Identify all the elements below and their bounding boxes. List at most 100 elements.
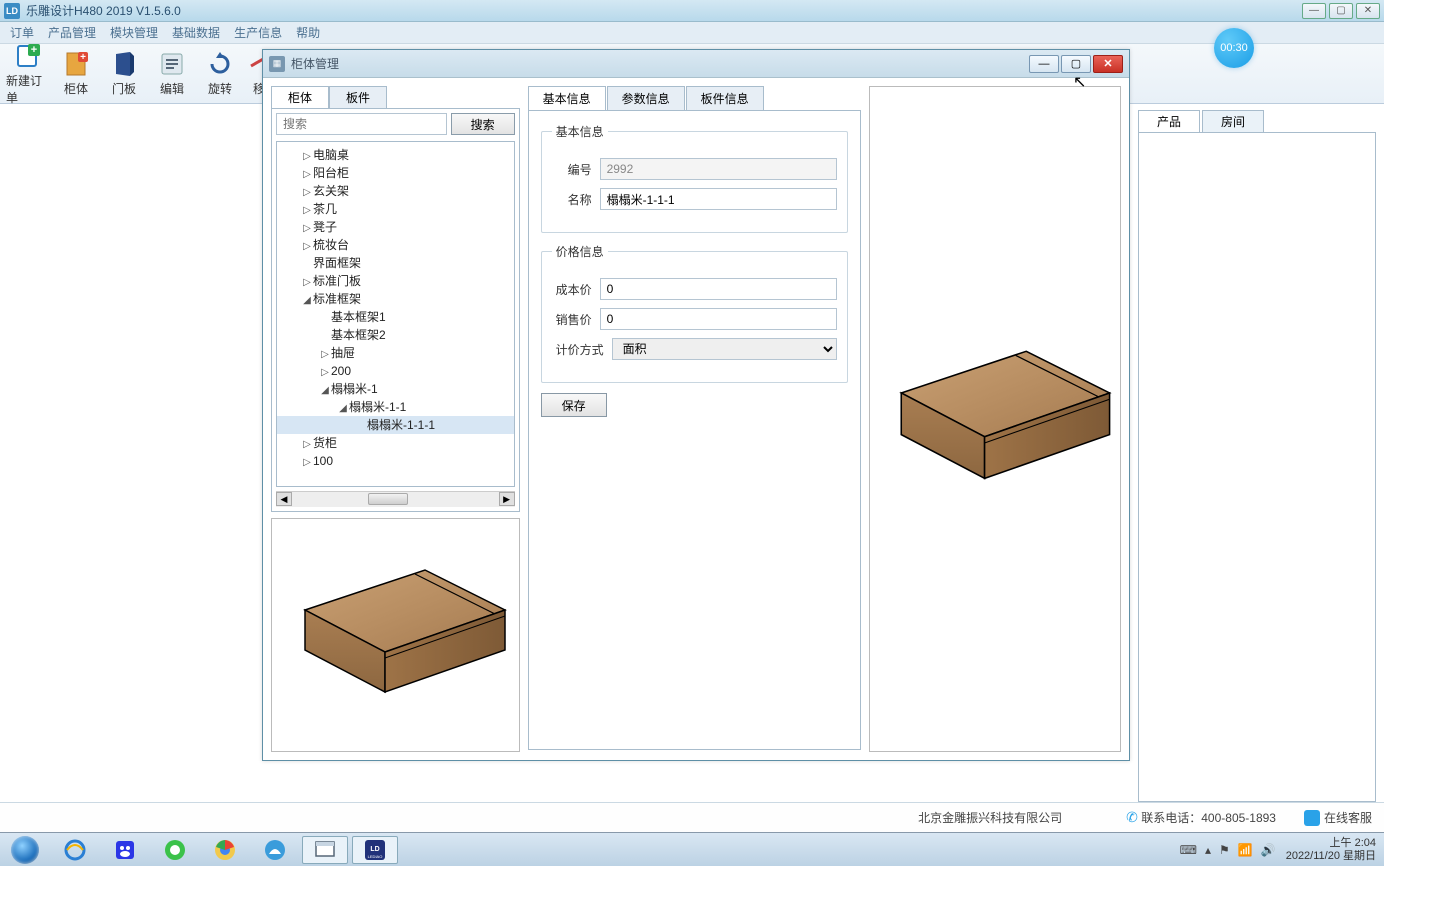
tab-room[interactable]: 房间 (1202, 110, 1264, 132)
tray-flag-icon[interactable]: ⚑ (1219, 843, 1230, 857)
tree-item[interactable]: ◢榻榻米-1-1 (277, 398, 514, 416)
tree-item-label: 标准门板 (313, 274, 361, 288)
tool-edit[interactable]: 编辑 (150, 48, 194, 100)
svg-text:LD: LD (370, 846, 379, 853)
scroll-thumb[interactable] (368, 493, 408, 505)
save-button[interactable]: 保存 (541, 393, 607, 417)
tree-item[interactable]: 基本框架2 (277, 326, 514, 344)
phone-block: ✆ 联系电话：400-805-1893 (1126, 809, 1276, 826)
tree-item-label: 抽屉 (331, 346, 355, 360)
tree-item-label: 界面框架 (313, 256, 361, 270)
search-button[interactable]: 搜索 (451, 113, 515, 135)
tool-cabinet[interactable]: + 柜体 (54, 48, 98, 100)
tree-item[interactable]: 榻榻米-1-1-1 (277, 416, 514, 434)
menu-production[interactable]: 生产信息 (234, 24, 282, 41)
tray-keyboard-icon[interactable]: ⌨ (1180, 843, 1197, 857)
tree-item[interactable]: ▷标准门板 (277, 272, 514, 290)
start-button[interactable] (4, 835, 46, 865)
phone-icon: ✆ (1126, 809, 1138, 825)
dialog-icon: ▦ (269, 56, 285, 72)
app-title: 乐雕设计H480 2019 V1.5.6.0 (26, 2, 181, 19)
restore-button[interactable]: ▢ (1329, 3, 1353, 19)
taskbar-chrome[interactable] (202, 836, 248, 864)
tree-item[interactable]: ▷电脑桌 (277, 146, 514, 164)
taskbar-clock[interactable]: 上午 2:04 2022/11/20 星期日 (1286, 837, 1376, 861)
tree-item[interactable]: ▷货柜 (277, 434, 514, 452)
tree-arrow-icon[interactable]: ◢ (319, 382, 331, 400)
close-button[interactable]: ✕ (1356, 3, 1380, 19)
dialog-maximize-button[interactable]: ▢ (1061, 55, 1091, 73)
pricing-method-select[interactable]: 面积 (612, 338, 837, 360)
clock-time: 上午 2:04 (1286, 837, 1376, 849)
tree-item-label: 梳妆台 (313, 238, 349, 252)
online-service[interactable]: 在线客服 (1304, 809, 1372, 827)
tab-product[interactable]: 产品 (1138, 110, 1200, 132)
tree-scrollbar[interactable]: ◀ ▶ (276, 491, 515, 507)
app-icon: LD (4, 3, 20, 19)
tree-item[interactable]: ▷100 (277, 452, 514, 470)
scroll-left-icon[interactable]: ◀ (276, 492, 292, 506)
svg-text:LEDIAO: LEDIAO (368, 854, 383, 859)
window-controls: — ▢ ✕ (1302, 3, 1380, 19)
tree-item[interactable]: 基本框架1 (277, 308, 514, 326)
left-tab-cabinet[interactable]: 柜体 (271, 86, 329, 108)
tree-item[interactable]: ▷玄关架 (277, 182, 514, 200)
left-tab-panel[interactable]: 板件 (329, 86, 387, 108)
status-bar: 北京金雕振兴科技有限公司 ✆ 联系电话：400-805-1893 在线客服 (0, 802, 1384, 832)
mid-tab-params[interactable]: 参数信息 (607, 86, 685, 110)
tree-view[interactable]: ▷电脑桌▷阳台柜▷玄关架▷茶几▷凳子▷梳妆台界面框架▷标准门板◢标准框架基本框架… (276, 141, 515, 487)
taskbar-ie[interactable] (52, 836, 98, 864)
search-input[interactable] (276, 113, 447, 135)
tree-item[interactable]: ◢标准框架 (277, 290, 514, 308)
menu-product[interactable]: 产品管理 (48, 24, 96, 41)
sale-field[interactable] (600, 308, 837, 330)
tool-door[interactable]: 门板 (102, 48, 146, 100)
tree-arrow-icon[interactable]: ▷ (301, 454, 313, 472)
menu-help[interactable]: 帮助 (296, 24, 320, 41)
tree-item[interactable]: ▷茶几 (277, 200, 514, 218)
tray-vol-icon[interactable]: 🔊 (1261, 843, 1276, 857)
id-label: 编号 (552, 161, 592, 178)
phone-label: 联系电话： (1141, 811, 1201, 825)
dialog-left-pane: 柜体 板件 搜索 ▷电脑桌▷阳台柜▷玄关架▷茶几▷凳子▷梳妆台界面框架▷标准门板… (271, 86, 520, 752)
taskbar-lediao[interactable]: LDLEDIAO (352, 836, 398, 864)
tree-item[interactable]: 界面框架 (277, 254, 514, 272)
clock-date: 2022/11/20 星期日 (1286, 850, 1376, 862)
tree-item[interactable]: ▷抽屉 (277, 344, 514, 362)
menu-order[interactable]: 订单 (10, 24, 34, 41)
scroll-right-icon[interactable]: ▶ (499, 492, 515, 506)
tool-label: 编辑 (160, 80, 184, 97)
name-label: 名称 (552, 191, 592, 208)
app-title-bar: LD 乐雕设计H480 2019 V1.5.6.0 — ▢ ✕ (0, 0, 1384, 22)
name-field[interactable] (600, 188, 837, 210)
tree-item[interactable]: ▷阳台柜 (277, 164, 514, 182)
right-panel: 产品 房间 (1138, 110, 1376, 802)
taskbar-explorer[interactable] (302, 836, 348, 864)
minimize-button[interactable]: — (1302, 3, 1326, 19)
mid-tab-panels[interactable]: 板件信息 (686, 86, 764, 110)
dialog-mid-pane: 基本信息 参数信息 板件信息 基本信息 编号 名称 价格信 (528, 86, 861, 752)
menu-basedata[interactable]: 基础数据 (172, 24, 220, 41)
mid-tab-basic[interactable]: 基本信息 (528, 86, 606, 110)
tray-arrow-icon[interactable]: ▴ (1205, 843, 1211, 857)
dialog-close-button[interactable]: ✕ (1093, 55, 1123, 73)
tool-new-order[interactable]: + 新建订单 (6, 48, 50, 100)
tree-arrow-icon[interactable]: ◢ (337, 400, 349, 418)
company-name: 北京金雕振兴科技有限公司 (918, 809, 1062, 826)
dialog-3d-preview (869, 86, 1121, 752)
tree-item[interactable]: ▷200 (277, 362, 514, 380)
tray-net-icon[interactable]: 📶 (1238, 843, 1253, 857)
tree-item[interactable]: ▷凳子 (277, 218, 514, 236)
tree-item[interactable]: ◢榻榻米-1 (277, 380, 514, 398)
new-order-icon: + (14, 42, 42, 70)
taskbar-360[interactable] (152, 836, 198, 864)
tool-rotate[interactable]: 旋转 (198, 48, 242, 100)
taskbar-app1[interactable] (252, 836, 298, 864)
taskbar-baidu[interactable] (102, 836, 148, 864)
dialog-minimize-button[interactable]: — (1029, 55, 1059, 73)
tree-arrow-icon[interactable]: ◢ (301, 292, 313, 310)
tree-item-label: 榻榻米-1-1-1 (367, 418, 435, 432)
tree-item[interactable]: ▷梳妆台 (277, 236, 514, 254)
menu-module[interactable]: 模块管理 (110, 24, 158, 41)
cost-field[interactable] (600, 278, 837, 300)
